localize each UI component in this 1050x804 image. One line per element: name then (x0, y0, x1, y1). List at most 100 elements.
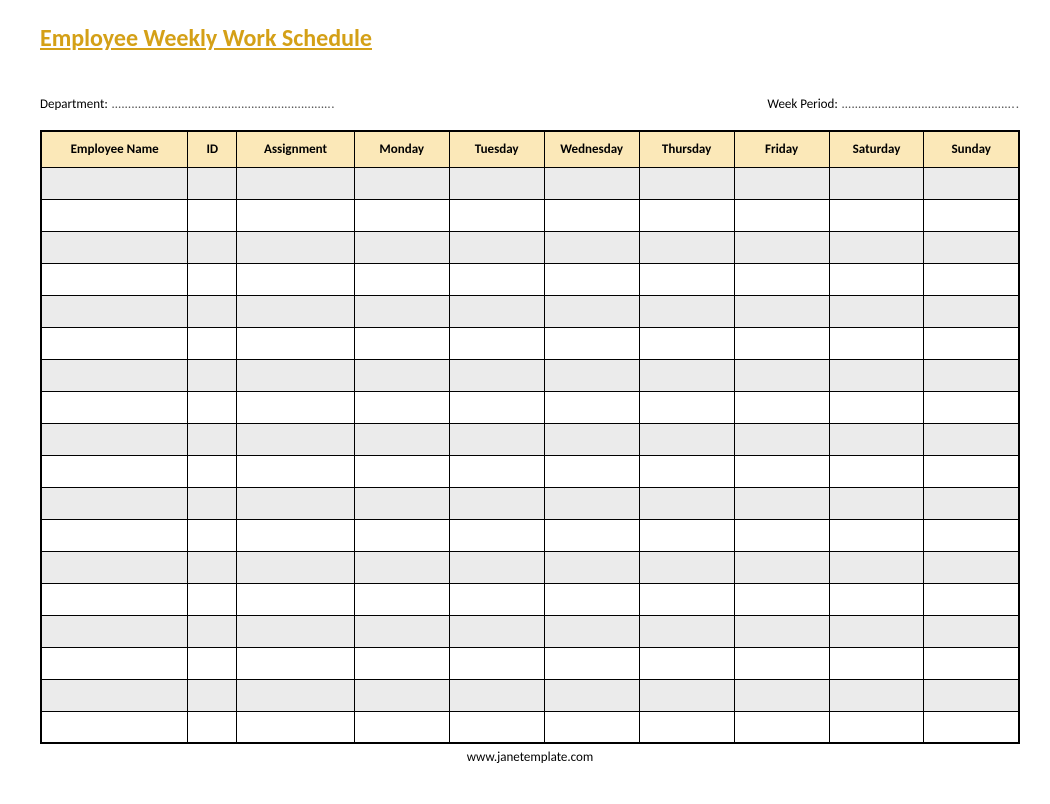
table-cell (449, 167, 544, 199)
table-cell (354, 231, 449, 263)
table-cell (829, 391, 924, 423)
header-sunday: Sunday (924, 131, 1019, 167)
table-cell (354, 263, 449, 295)
table-cell (544, 391, 639, 423)
table-cell (449, 295, 544, 327)
table-cell (639, 519, 734, 551)
table-cell (41, 615, 188, 647)
table-cell (41, 583, 188, 615)
table-cell (734, 199, 829, 231)
table-cell (449, 615, 544, 647)
table-cell (734, 359, 829, 391)
table-cell (354, 423, 449, 455)
header-monday: Monday (354, 131, 449, 167)
table-cell (639, 487, 734, 519)
table-row (41, 583, 1019, 615)
table-cell (829, 295, 924, 327)
table-cell (829, 519, 924, 551)
table-cell (188, 199, 237, 231)
table-cell (924, 167, 1019, 199)
table-cell (449, 679, 544, 711)
table-cell (237, 231, 354, 263)
table-row (41, 295, 1019, 327)
footer-text: www.janetemplate.com (40, 750, 1020, 765)
table-cell (924, 231, 1019, 263)
table-cell (41, 199, 188, 231)
table-cell (829, 423, 924, 455)
table-cell (734, 263, 829, 295)
table-cell (924, 647, 1019, 679)
header-employee-name: Employee Name (41, 131, 188, 167)
table-cell (237, 455, 354, 487)
table-cell (449, 327, 544, 359)
table-cell (544, 199, 639, 231)
table-cell (237, 423, 354, 455)
table-cell (829, 263, 924, 295)
table-cell (639, 263, 734, 295)
table-cell (734, 455, 829, 487)
table-cell (829, 647, 924, 679)
table-cell (639, 551, 734, 583)
table-row (41, 391, 1019, 423)
table-cell (237, 679, 354, 711)
header-wednesday: Wednesday (544, 131, 639, 167)
table-cell (734, 295, 829, 327)
table-cell (41, 487, 188, 519)
page-title: Employee Weekly Work Schedule (40, 24, 1020, 53)
table-cell (829, 199, 924, 231)
table-cell (829, 583, 924, 615)
table-row (41, 647, 1019, 679)
table-cell (188, 423, 237, 455)
table-cell (639, 391, 734, 423)
table-cell (41, 327, 188, 359)
table-cell (924, 679, 1019, 711)
table-cell (188, 359, 237, 391)
table-cell (237, 327, 354, 359)
table-cell (354, 487, 449, 519)
table-cell (829, 359, 924, 391)
header-saturday: Saturday (829, 131, 924, 167)
table-cell (829, 615, 924, 647)
table-cell (544, 295, 639, 327)
table-row (41, 199, 1019, 231)
table-cell (237, 263, 354, 295)
table-cell (41, 359, 188, 391)
week-period-label: Week Period: (767, 97, 837, 112)
table-cell (924, 295, 1019, 327)
table-cell (544, 551, 639, 583)
table-cell (544, 423, 639, 455)
table-cell (734, 711, 829, 743)
header-id: ID (188, 131, 237, 167)
table-cell (41, 263, 188, 295)
table-cell (41, 647, 188, 679)
table-cell (639, 295, 734, 327)
table-cell (354, 615, 449, 647)
week-period-blank-line: …………………………………………….. (842, 97, 1020, 112)
table-row (41, 327, 1019, 359)
department-blank-line: …………………………………………………………. (112, 97, 336, 112)
table-cell (188, 487, 237, 519)
table-cell (544, 231, 639, 263)
table-cell (734, 423, 829, 455)
header-tuesday: Tuesday (449, 131, 544, 167)
table-cell (449, 647, 544, 679)
table-cell (544, 615, 639, 647)
table-cell (734, 647, 829, 679)
table-cell (639, 359, 734, 391)
table-cell (449, 359, 544, 391)
table-cell (354, 679, 449, 711)
table-cell (449, 391, 544, 423)
table-cell (924, 711, 1019, 743)
table-cell (188, 647, 237, 679)
table-row (41, 167, 1019, 199)
table-cell (449, 487, 544, 519)
table-cell (188, 519, 237, 551)
table-cell (449, 231, 544, 263)
table-cell (354, 295, 449, 327)
table-row (41, 455, 1019, 487)
table-cell (449, 551, 544, 583)
table-row (41, 615, 1019, 647)
table-cell (829, 711, 924, 743)
table-cell (639, 679, 734, 711)
table-cell (734, 615, 829, 647)
